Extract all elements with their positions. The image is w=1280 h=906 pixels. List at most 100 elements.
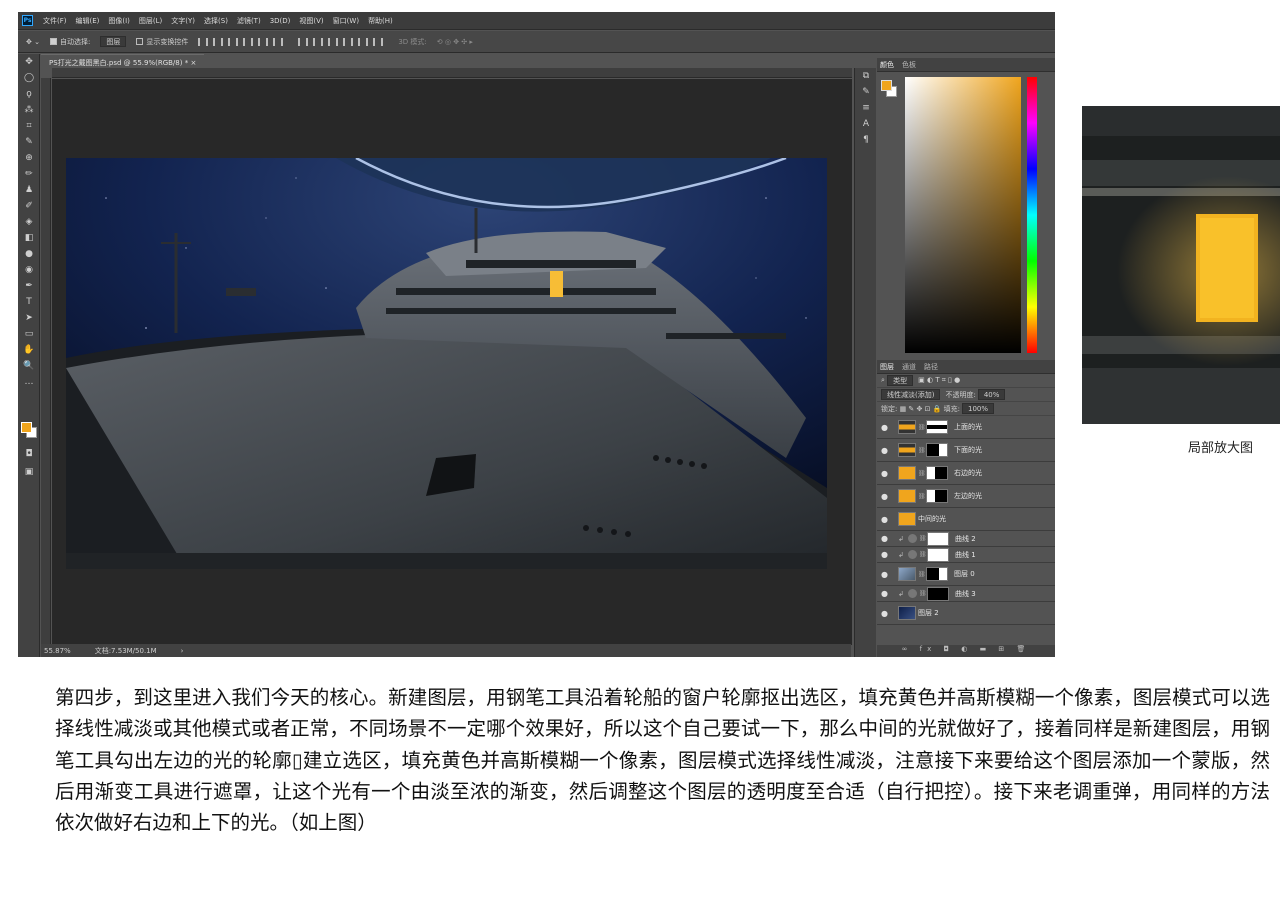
layer-thumbnail[interactable] [898,512,916,526]
filter-icons[interactable]: ▣ ◐ T ⌗ ▯ ● [918,376,960,385]
opacity-input[interactable]: 40% [977,389,1006,400]
move-tool-icon[interactable]: ✥ [18,54,40,70]
visibility-eye-icon[interactable]: ● [881,570,891,579]
mask-link-icon[interactable]: ⛓ [918,493,926,500]
visibility-eye-icon[interactable]: ● [881,534,891,543]
layer-mask-thumbnail[interactable] [927,531,949,546]
layer-mask-thumbnail[interactable] [927,586,949,601]
align-buttons[interactable] [198,37,288,46]
layer-mask-thumbnail[interactable] [927,547,949,562]
picker-foreground-swatch[interactable] [881,80,892,91]
visibility-eye-icon[interactable]: ● [881,550,891,559]
gradient-tool-icon[interactable]: ◧ [18,230,40,246]
brush-tool-icon[interactable]: ✏ [18,166,40,182]
menu-help[interactable]: 帮助(H) [368,16,393,26]
character-icon[interactable]: A [855,116,877,132]
layer-row[interactable]: ● ↲ ⛓ 曲线 2 [877,531,1055,547]
auto-select-dropdown[interactable]: 图层 [100,36,127,47]
eyedropper-icon[interactable]: ✎ [18,134,40,150]
properties-icon[interactable]: ≡ [855,100,877,116]
magic-wand-icon[interactable]: ⁂ [18,102,40,118]
layer-row[interactable]: ● ⛓ 下面的光 [877,439,1055,462]
blur-tool-icon[interactable]: ● [18,246,40,262]
close-tab-icon[interactable]: × [190,59,196,67]
layer-row[interactable]: ● 中间的光 [877,508,1055,531]
layer-row[interactable]: ● ⛓ 图层 0 [877,563,1055,586]
menu-filter[interactable]: 滤镜(T) [237,16,261,26]
dodge-tool-icon[interactable]: ◉ [18,262,40,278]
tab-swatches[interactable]: 色板 [902,60,916,70]
menu-3d[interactable]: 3D(D) [270,17,291,25]
layers-footer-icons[interactable]: ∞ fx ◘ ◐ ▬ ⊞ 🗑 [877,645,1055,657]
layer-row[interactable]: ● ↲ ⛓ 曲线 3 [877,586,1055,602]
quick-mask-icon[interactable]: ◘ [18,446,40,462]
3d-tools-icon[interactable]: ⟲ ◎ ✥ ✣ ▸ [437,38,473,46]
layer-mask-thumbnail[interactable] [926,567,948,581]
type-tool-icon[interactable]: T [18,294,40,310]
brush-settings-icon[interactable]: ✎ [855,84,877,100]
paragraph-icon[interactable]: ¶ [855,132,877,148]
visibility-eye-icon[interactable]: ● [881,609,891,618]
pen-tool-icon[interactable]: ✒ [18,278,40,294]
menu-window[interactable]: 窗口(W) [333,16,359,26]
clone-stamp-icon[interactable]: ♟ [18,182,40,198]
blend-mode-dropdown[interactable]: 线性减淡(添加) [881,389,941,400]
screen-mode-icon[interactable]: ▣ [18,464,40,480]
visibility-eye-icon[interactable]: ● [881,423,891,432]
mask-link-icon[interactable]: ⛓ [919,590,927,597]
layer-thumbnail[interactable] [898,489,916,503]
zoom-level[interactable]: 55.87% [44,647,71,655]
mask-link-icon[interactable]: ⛓ [918,571,926,578]
crop-tool-icon[interactable]: ⌗ [18,118,40,134]
document-canvas[interactable] [66,158,827,569]
layer-thumbnail[interactable] [908,550,917,559]
fill-input[interactable]: 100% [962,403,995,414]
healing-brush-icon[interactable]: ⊕ [18,150,40,166]
layer-thumbnail[interactable] [908,589,917,598]
lasso-tool-icon[interactable]: ϙ [18,86,40,102]
visibility-eye-icon[interactable]: ● [881,446,891,455]
menu-view[interactable]: 视图(V) [299,16,323,26]
mask-link-icon[interactable]: ⛓ [919,535,927,542]
tab-channels[interactable]: 通道 [902,362,916,372]
layer-row[interactable]: ● ⛓ 上面的光 [877,416,1055,439]
layer-row[interactable]: ● ⛓ 右边的光 [877,462,1055,485]
menu-file[interactable]: 文件(F) [43,16,67,26]
layer-mask-thumbnail[interactable] [926,466,948,480]
path-select-icon[interactable]: ➤ [18,310,40,326]
tab-color[interactable]: 颜色 [880,60,894,70]
layer-mask-thumbnail[interactable] [926,443,948,457]
move-tool-icon[interactable]: ✥ ⌄ [26,38,40,46]
more-tools-icon[interactable]: … [18,374,40,390]
zoom-tool-icon[interactable]: 🔍 [18,358,40,374]
visibility-eye-icon[interactable]: ● [881,469,891,478]
tab-paths[interactable]: 路径 [924,362,938,372]
history-brush-icon[interactable]: ✐ [18,198,40,214]
layer-mask-thumbnail[interactable] [926,489,948,503]
layer-thumbnail[interactable] [908,534,917,543]
layer-row[interactable]: ● 图层 2 [877,602,1055,625]
tab-layers[interactable]: 图层 [880,362,894,372]
menu-image[interactable]: 图像(I) [108,16,130,26]
mask-link-icon[interactable]: ⛓ [918,470,926,477]
lock-icons[interactable]: ▦ ✎ ✥ ⊡ 🔒 [897,405,943,413]
layer-mask-thumbnail[interactable] [926,420,948,434]
visibility-eye-icon[interactable]: ● [881,515,891,524]
document-tab[interactable]: PS打光之戴图黑白.psd @ 55.9%(RGB/8) * × [41,54,205,68]
auto-select-checkbox[interactable]: 自动选择: [49,37,90,47]
visibility-eye-icon[interactable]: ● [881,589,891,598]
show-transform-checkbox[interactable]: 显示变换控件 [136,37,188,47]
layer-thumbnail[interactable] [898,606,916,620]
layer-thumbnail[interactable] [898,443,916,457]
menu-layer[interactable]: 图层(L) [139,16,162,26]
layer-row[interactable]: ● ↲ ⛓ 曲线 1 [877,547,1055,563]
rectangle-tool-icon[interactable]: ▭ [18,326,40,342]
layer-kind-filter[interactable]: 类型 [887,375,914,386]
history-icon[interactable]: ⧉ [855,68,877,84]
mask-link-icon[interactable]: ⛓ [919,551,927,558]
layer-row[interactable]: ● ⛓ 左边的光 [877,485,1055,508]
visibility-eye-icon[interactable]: ● [881,492,891,501]
distribute-buttons[interactable] [298,37,388,46]
layer-thumbnail[interactable] [898,567,916,581]
status-expand-icon[interactable]: › [181,647,184,655]
